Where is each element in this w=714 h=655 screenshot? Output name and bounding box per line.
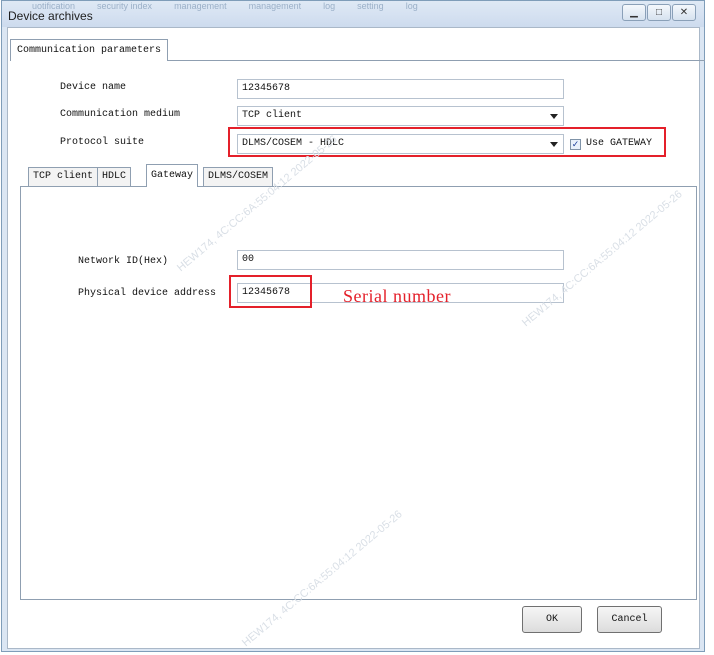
network-id-input[interactable]: 00 [237,250,564,270]
background-tab: management [248,1,302,11]
tab-tcp-client[interactable]: TCP client [28,167,99,186]
ok-button[interactable]: OK [522,606,582,633]
chevron-down-icon [550,114,558,119]
close-button[interactable]: ✕ [672,4,696,21]
maximize-button[interactable]: □ [647,4,671,21]
tab-dlms-cosem[interactable]: DLMS/COSEM [203,167,274,186]
serial-number-annotation: Serial number [343,286,451,306]
communication-medium-value: TCP client [242,110,303,121]
device-name-input[interactable]: 12345678 [237,79,564,99]
minimize-button[interactable]: ▁ [622,4,646,21]
tab-hdlc[interactable]: HDLC [97,167,132,186]
communication-medium-select[interactable]: TCP client [237,106,564,126]
background-tab: management [174,1,227,11]
gateway-panel [20,186,697,600]
background-tab: setting [357,1,384,11]
physical-address-label: Physical device address [78,288,217,299]
close-icon: ✕ [679,7,689,18]
minimize-icon: ▁ [630,7,638,18]
background-tab: log [405,1,418,11]
title-bar: uotification security index management m… [2,1,704,27]
protocol-suite-label: Protocol suite [60,137,145,148]
device-name-label: Device name [60,82,127,93]
background-tab: security index [97,1,153,11]
communication-medium-label: Communication medium [60,109,181,120]
window-title: Device archives [8,9,93,23]
background-tab-strip: uotification security index management m… [32,1,594,15]
protocol-highlight-box [228,127,666,157]
background-tab: log [323,1,336,11]
tab-communication-parameters[interactable]: Communication parameters [10,39,169,61]
tab-gateway[interactable]: Gateway [146,164,199,187]
physical-address-highlight-box [229,275,312,308]
cancel-button[interactable]: Cancel [597,606,662,633]
maximize-icon: □ [655,7,663,18]
network-id-label: Network ID(Hex) [78,256,169,267]
